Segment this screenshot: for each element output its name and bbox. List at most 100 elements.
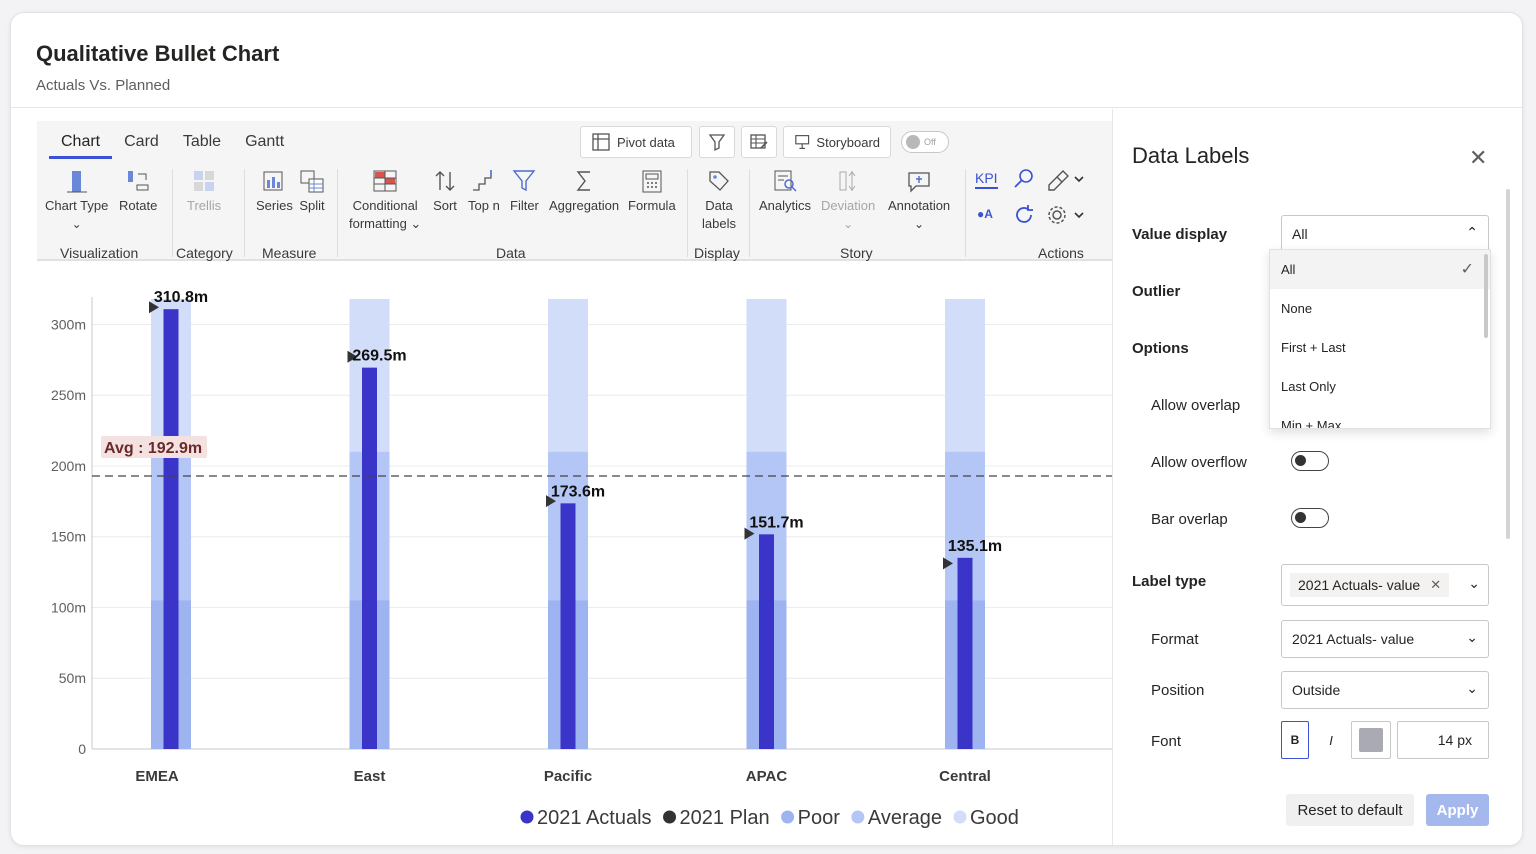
remove-tag-icon[interactable]: ✕ bbox=[1430, 577, 1441, 593]
search-icon bbox=[1014, 169, 1033, 188]
data-label: 135.1m bbox=[948, 538, 1002, 555]
tab-chart[interactable]: Chart bbox=[49, 131, 113, 159]
tab-gantt[interactable]: Gantt bbox=[233, 131, 296, 159]
label-toggle-button[interactable]: ●A bbox=[977, 205, 993, 223]
panel-scrollbar[interactable] bbox=[1506, 189, 1510, 539]
analytics-button[interactable]: Analytics bbox=[759, 165, 811, 215]
dropdown-option-first-last[interactable]: First + Last bbox=[1270, 328, 1490, 367]
annotation-button[interactable]: Annotation ⌄ bbox=[888, 165, 950, 233]
legend-marker bbox=[663, 810, 677, 824]
x-tick-label: East bbox=[354, 768, 386, 785]
paint-button[interactable] bbox=[1045, 167, 1085, 191]
refresh-button[interactable] bbox=[1012, 203, 1036, 227]
tab-card[interactable]: Card bbox=[112, 131, 171, 159]
dropdown-option-last-only[interactable]: Last Only bbox=[1270, 367, 1490, 406]
chevron-up-icon: ⌃ bbox=[1466, 224, 1478, 240]
settings-button[interactable] bbox=[1045, 203, 1085, 227]
series-button[interactable]: Series bbox=[256, 165, 293, 215]
aggregation-button[interactable]: Aggregation bbox=[549, 165, 619, 215]
chart-toolbar: Chart Card Table Gantt Pivot data Storyb… bbox=[37, 121, 1113, 261]
filter-button[interactable]: Filter bbox=[510, 165, 539, 215]
option-label: All bbox=[1281, 262, 1296, 277]
x-tick-label: Pacific bbox=[544, 768, 592, 785]
y-tick-label: 200m bbox=[51, 458, 86, 474]
table-edit-button[interactable] bbox=[741, 126, 777, 158]
legend-label: 2021 Plan bbox=[680, 807, 770, 829]
kpi-button[interactable]: KPI bbox=[975, 169, 998, 189]
format-select[interactable]: 2021 Actuals- value ⌄ bbox=[1281, 620, 1489, 658]
analytics-label: Analytics bbox=[759, 198, 812, 213]
label-type-tag: 2021 Actuals- value ✕ bbox=[1290, 573, 1450, 597]
toggle-knob bbox=[906, 135, 920, 149]
chevron-down-icon: ⌄ bbox=[1466, 680, 1478, 696]
deviation-label: Deviation bbox=[821, 198, 876, 213]
top-n-button[interactable]: Top n bbox=[468, 165, 500, 215]
dropdown-option-all[interactable]: All ✓ bbox=[1270, 250, 1490, 289]
tab-bar: Chart Card Table Gantt bbox=[49, 131, 296, 159]
label-type-select[interactable]: 2021 Actuals- value ✕ ⌄ bbox=[1281, 564, 1489, 606]
group-divider bbox=[244, 169, 245, 257]
toggle-knob bbox=[1295, 512, 1306, 523]
font-size-input[interactable]: 14 px bbox=[1397, 721, 1489, 759]
formula-label: Formula bbox=[628, 198, 676, 213]
value-display-dropdown: All ✓ None First + Last Last Only Min + … bbox=[1269, 249, 1491, 429]
group-divider bbox=[749, 169, 750, 257]
conditional-formatting-button[interactable]: Conditional formatting ⌄ bbox=[349, 165, 421, 233]
chart-type-button[interactable]: Chart Type ⌄ bbox=[45, 165, 108, 233]
paint-brush-icon bbox=[1048, 170, 1084, 191]
conditional-label-1: Conditional bbox=[352, 198, 418, 213]
filter-settings-button[interactable] bbox=[699, 126, 735, 158]
data-label: 173.6m bbox=[551, 483, 605, 500]
header-divider bbox=[11, 107, 1522, 108]
bar-overlap-toggle[interactable] bbox=[1291, 508, 1329, 528]
y-tick-label: 0 bbox=[78, 741, 86, 757]
storyboard-toggle[interactable]: Off bbox=[901, 131, 949, 153]
storyboard-button[interactable]: Storyboard bbox=[783, 126, 891, 158]
group-category: Category bbox=[176, 245, 233, 261]
format-label: Format bbox=[1151, 631, 1199, 648]
allow-overflow-toggle[interactable] bbox=[1291, 451, 1329, 471]
close-icon[interactable]: ✕ bbox=[1469, 145, 1487, 171]
position-select[interactable]: Outside ⌄ bbox=[1281, 671, 1489, 709]
trellis-label: Trellis bbox=[187, 198, 222, 213]
formula-button[interactable]: Formula bbox=[628, 165, 676, 215]
average-label: Avg : 192.9m bbox=[104, 440, 202, 457]
dropdown-option-none[interactable]: None bbox=[1270, 289, 1490, 328]
annotation-icon bbox=[908, 172, 930, 193]
font-color-picker[interactable] bbox=[1351, 721, 1391, 759]
group-divider bbox=[337, 169, 338, 257]
page-subtitle: Actuals Vs. Planned bbox=[36, 77, 171, 94]
sort-button[interactable]: Sort bbox=[433, 165, 457, 215]
italic-button[interactable]: I bbox=[1317, 721, 1345, 759]
actual-bar bbox=[163, 309, 179, 749]
legend-label: Average bbox=[868, 807, 942, 829]
rotate-button[interactable]: Rotate bbox=[119, 165, 157, 215]
circle-a-icon: ●A bbox=[977, 207, 993, 221]
y-tick-label: 100m bbox=[51, 599, 86, 615]
split-button[interactable]: Split bbox=[299, 165, 325, 215]
pivot-data-button[interactable]: Pivot data bbox=[580, 126, 692, 158]
storyboard-label: Storyboard bbox=[816, 134, 880, 150]
reset-to-default-button[interactable]: Reset to default bbox=[1286, 794, 1414, 826]
dropdown-scrollbar[interactable] bbox=[1484, 254, 1488, 338]
bold-button[interactable]: B bbox=[1281, 721, 1309, 759]
dropdown-option-min-max[interactable]: Min + Max bbox=[1270, 406, 1490, 428]
split-icon bbox=[300, 170, 324, 193]
trellis-button[interactable]: Trellis bbox=[187, 165, 221, 215]
data-labels-button[interactable]: Data labels bbox=[702, 165, 736, 233]
filter-icon bbox=[512, 170, 536, 192]
deviation-button[interactable]: Deviation ⌄ bbox=[821, 165, 875, 233]
tab-table[interactable]: Table bbox=[171, 131, 233, 159]
annotation-label: Annotation bbox=[888, 198, 951, 213]
font-color-swatch bbox=[1359, 728, 1383, 752]
actual-bar bbox=[957, 557, 973, 749]
data-labels-label-2: labels bbox=[702, 216, 736, 231]
search-button[interactable] bbox=[1012, 167, 1036, 191]
rotate-label: Rotate bbox=[119, 198, 158, 213]
apply-button[interactable]: Apply bbox=[1426, 794, 1489, 826]
chevron-down-icon: ⌄ bbox=[914, 217, 925, 231]
group-display: Display bbox=[694, 245, 740, 261]
value-display-select[interactable]: All ⌃ bbox=[1281, 215, 1489, 253]
group-divider bbox=[172, 169, 173, 257]
position-value: Outside bbox=[1292, 682, 1341, 698]
